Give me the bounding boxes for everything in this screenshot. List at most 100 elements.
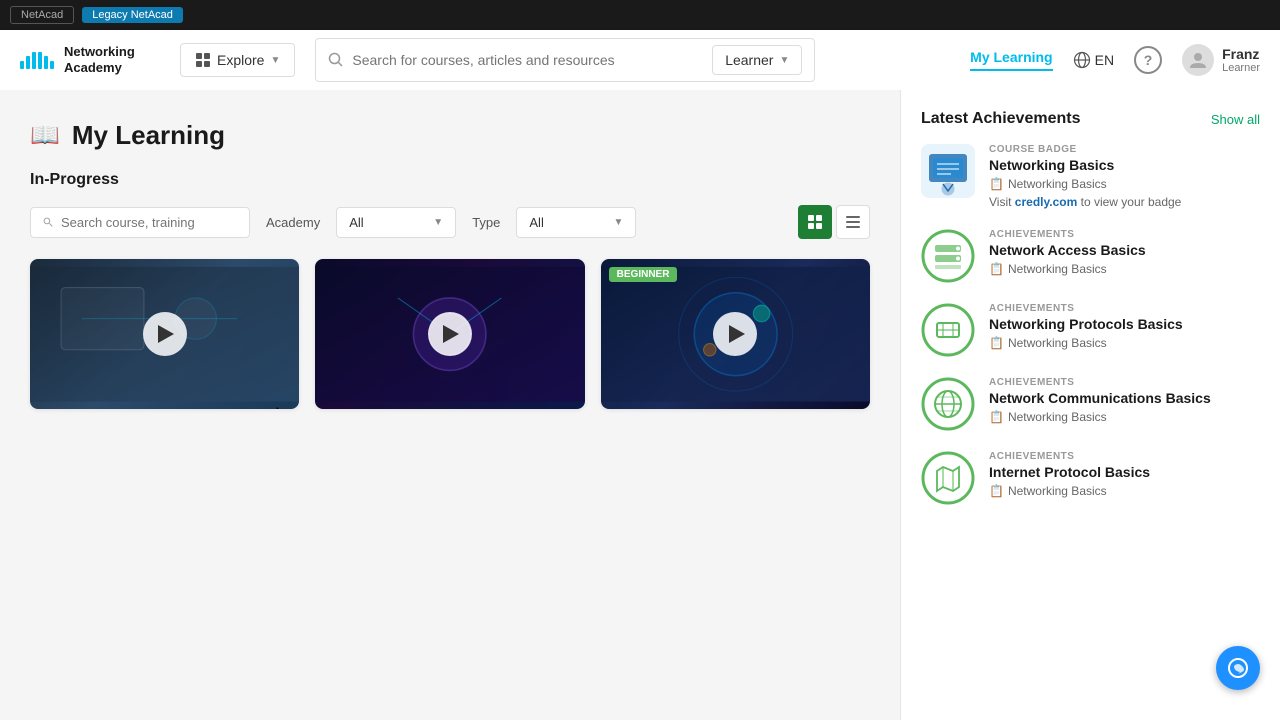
achievement-globe-icon bbox=[921, 377, 975, 431]
header-right: My Learning EN ? Franz Learner bbox=[970, 44, 1260, 76]
play-button-1[interactable] bbox=[143, 312, 187, 356]
play-button-3[interactable] bbox=[713, 312, 757, 356]
type-value: All bbox=[529, 215, 543, 230]
header: Networking Academy Explore ▼ Learner ▼ M… bbox=[0, 30, 1280, 90]
grid-view-icon bbox=[807, 214, 823, 230]
play-icon-2 bbox=[443, 325, 459, 343]
list-view-button[interactable] bbox=[836, 205, 870, 239]
learner-chevron-icon: ▼ bbox=[779, 55, 789, 66]
search-input[interactable] bbox=[352, 52, 704, 68]
card-thumbnail-3: BEGINNER bbox=[601, 259, 870, 409]
achievement-type-4: ACHIEVEMENTS bbox=[989, 377, 1260, 388]
type-label: Type bbox=[472, 215, 500, 230]
networking-basics-badge-icon bbox=[921, 144, 975, 198]
networking-protocols-badge-icon bbox=[921, 303, 975, 357]
page-title-text: My Learning bbox=[72, 120, 225, 151]
achievements-title: Latest Achievements bbox=[921, 110, 1080, 128]
chat-icon bbox=[1226, 656, 1250, 680]
play-icon-3 bbox=[729, 325, 745, 343]
achievement-item: ACHIEVEMENTS Internet Protocol Basics 📋 … bbox=[921, 451, 1260, 505]
card-thumbnail bbox=[30, 259, 299, 409]
achievement-content-3: ACHIEVEMENTS Networking Protocols Basics… bbox=[989, 303, 1260, 350]
cards-grid: 📋 Module ⋮ CCNA: Switching, Routing, and… bbox=[30, 259, 870, 409]
logo-line1: Networking bbox=[64, 44, 135, 60]
achievement-server-icon bbox=[921, 229, 975, 283]
legacy-netacad-btn[interactable]: Legacy NetAcad bbox=[82, 7, 183, 23]
achievement-type-5: ACHIEVEMENTS bbox=[989, 451, 1260, 462]
academy-chevron-icon: ▼ bbox=[433, 217, 443, 228]
user-info: Franz Learner bbox=[1222, 46, 1260, 74]
my-learning-nav[interactable]: My Learning bbox=[970, 49, 1052, 71]
achievement-source-5: 📋 Networking Basics bbox=[989, 484, 1260, 498]
academy-label: Academy bbox=[266, 215, 320, 230]
achievement-content-1: COURSE BADGE Networking Basics 📋 Network… bbox=[989, 144, 1260, 209]
network-access-badge-icon bbox=[921, 229, 975, 283]
achievement-item: ACHIEVEMENTS Networking Protocols Basics… bbox=[921, 303, 1260, 357]
user-avatar bbox=[1182, 44, 1214, 76]
achievement-badge-icon bbox=[921, 144, 975, 198]
right-panel: Latest Achievements Show all COURSE BADG… bbox=[900, 90, 1280, 720]
achievement-type-1: COURSE BADGE bbox=[989, 144, 1260, 155]
achievement-protocol-icon bbox=[921, 303, 975, 357]
achievement-item: ACHIEVEMENTS Network Communications Basi… bbox=[921, 377, 1260, 431]
left-panel: 📖 My Learning In-Progress Academy All ▼ … bbox=[0, 90, 900, 720]
user-icon bbox=[1188, 50, 1208, 70]
achievement-source-3: 📋 Networking Basics bbox=[989, 336, 1260, 350]
book-icon: 📖 bbox=[30, 121, 60, 150]
source-book-icon-2: 📋 bbox=[989, 262, 1004, 276]
card-thumbnail-2 bbox=[315, 259, 584, 409]
search-icon bbox=[328, 52, 344, 68]
play-button-2[interactable] bbox=[428, 312, 472, 356]
beginner-badge: BEGINNER bbox=[609, 267, 678, 282]
filters-bar: Academy All ▼ Type All ▼ bbox=[30, 205, 870, 239]
course-card[interactable]: 📋 Module ⋮ CCNA: Switching, Routing, and… bbox=[30, 259, 299, 409]
source-book-icon-3: 📋 bbox=[989, 336, 1004, 350]
netacad-btn[interactable]: NetAcad bbox=[10, 6, 74, 24]
globe-icon bbox=[1073, 51, 1091, 69]
course-card[interactable]: 📋 Module CCNA: Enterprise Networking, Se… bbox=[315, 259, 584, 409]
achievement-content-5: ACHIEVEMENTS Internet Protocol Basics 📋 … bbox=[989, 451, 1260, 498]
type-filter[interactable]: All ▼ bbox=[516, 207, 636, 238]
grid-icon bbox=[195, 52, 211, 68]
achievement-source-2: 📋 Networking Basics bbox=[989, 262, 1260, 276]
search-container: Learner ▼ bbox=[315, 38, 815, 82]
section-title: In-Progress bbox=[30, 171, 870, 189]
logo-text: Networking Academy bbox=[64, 44, 135, 75]
achievement-content-4: ACHIEVEMENTS Network Communications Basi… bbox=[989, 377, 1260, 424]
user-menu[interactable]: Franz Learner bbox=[1182, 44, 1260, 76]
grid-view-button[interactable] bbox=[798, 205, 832, 239]
lang-label: EN bbox=[1095, 52, 1114, 68]
network-communications-badge-icon bbox=[921, 377, 975, 431]
play-icon bbox=[158, 325, 174, 343]
user-name: Franz bbox=[1222, 46, 1260, 62]
source-book-icon-1: 📋 bbox=[989, 177, 1004, 191]
chat-button[interactable] bbox=[1216, 646, 1260, 690]
user-role: Learner bbox=[1222, 62, 1260, 74]
help-button[interactable]: ? bbox=[1134, 46, 1162, 74]
explore-button[interactable]: Explore ▼ bbox=[180, 43, 295, 77]
show-all-button[interactable]: Show all bbox=[1211, 112, 1260, 127]
explore-label: Explore bbox=[217, 52, 264, 68]
language-button[interactable]: EN bbox=[1073, 51, 1114, 69]
credly-link[interactable]: credly.com bbox=[1015, 195, 1077, 209]
list-view-icon bbox=[845, 214, 861, 230]
academy-value: All bbox=[349, 215, 363, 230]
logo[interactable]: Networking Academy bbox=[20, 44, 160, 75]
course-card[interactable]: BEGINNER 📋 Cours bbox=[601, 259, 870, 409]
achievement-name-5: Internet Protocol Basics bbox=[989, 464, 1260, 480]
achievement-item: COURSE BADGE Networking Basics 📋 Network… bbox=[921, 144, 1260, 209]
achievement-content-2: ACHIEVEMENTS Network Access Basics 📋 Net… bbox=[989, 229, 1260, 276]
academy-filter[interactable]: All ▼ bbox=[336, 207, 456, 238]
card-options-1[interactable]: ⋮ bbox=[269, 404, 285, 409]
achievement-name-3: Networking Protocols Basics bbox=[989, 316, 1260, 332]
page-title: 📖 My Learning bbox=[30, 120, 870, 151]
achievement-name-4: Network Communications Basics bbox=[989, 390, 1260, 406]
achievement-name-1: Networking Basics bbox=[989, 157, 1260, 173]
achievement-type-3: ACHIEVEMENTS bbox=[989, 303, 1260, 314]
learner-dropdown[interactable]: Learner ▼ bbox=[712, 45, 802, 75]
cisco-logo-icon bbox=[20, 49, 56, 71]
course-search[interactable] bbox=[30, 207, 250, 238]
source-book-icon-5: 📋 bbox=[989, 484, 1004, 498]
achievement-source-1: 📋 Networking Basics bbox=[989, 177, 1260, 191]
course-search-input[interactable] bbox=[61, 215, 237, 230]
